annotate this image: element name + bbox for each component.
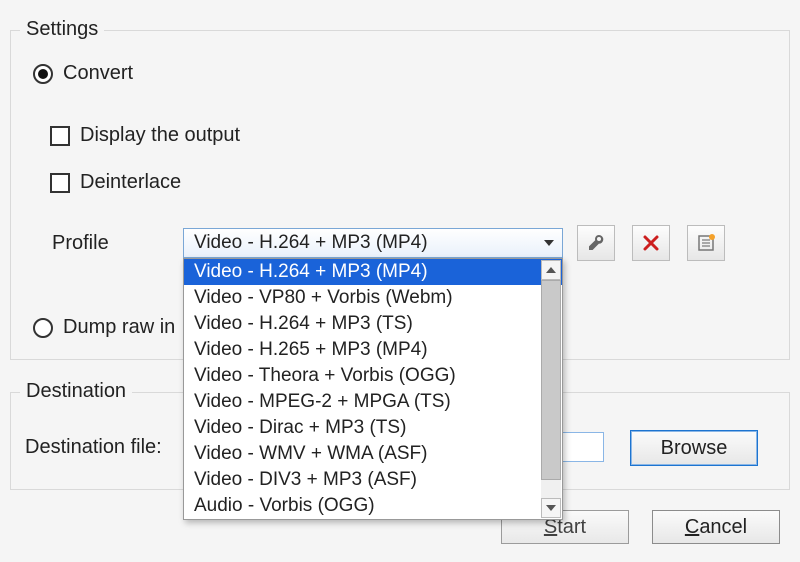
profile-option[interactable]: Video - VP80 + Vorbis (Webm) <box>184 285 562 311</box>
browse-button[interactable]: Browse <box>630 430 758 466</box>
profile-option[interactable]: Video - DIV3 + MP3 (ASF) <box>184 467 562 493</box>
destination-file-label: Destination file: <box>25 436 162 459</box>
radio-icon <box>33 64 53 84</box>
scroll-thumb[interactable] <box>541 280 561 480</box>
profile-option[interactable]: Video - MPEG-2 + MPGA (TS) <box>184 389 562 415</box>
chevron-down-icon <box>544 240 554 246</box>
profile-option[interactable]: Audio - Vorbis (OGG) <box>184 493 562 519</box>
profile-option[interactable]: Video - H.264 + MP3 (MP4) <box>184 259 562 285</box>
profile-option[interactable]: Video - Theora + Vorbis (OGG) <box>184 363 562 389</box>
deinterlace-checkbox[interactable]: Deinterlace <box>50 171 181 194</box>
chevron-down-icon <box>546 505 556 511</box>
convert-label: Convert <box>63 62 133 85</box>
delete-icon <box>642 234 660 252</box>
profile-option[interactable]: Video - WMV + WMA (ASF) <box>184 441 562 467</box>
cancel-label: Cancel <box>685 516 747 539</box>
radio-icon <box>33 318 53 338</box>
profile-combobox[interactable]: Video - H.264 + MP3 (MP4) <box>183 228 563 258</box>
display-output-checkbox[interactable]: Display the output <box>50 124 240 147</box>
profile-option[interactable]: Video - Dirac + MP3 (TS) <box>184 415 562 441</box>
settings-group-title: Settings <box>20 18 104 41</box>
dump-raw-label: Dump raw in <box>63 316 175 339</box>
profile-option[interactable]: Video - H.265 + MP3 (MP4) <box>184 337 562 363</box>
convert-radio[interactable]: Convert <box>33 62 133 85</box>
edit-profile-button[interactable] <box>577 225 615 261</box>
chevron-up-icon <box>546 267 556 273</box>
dropdown-scrollbar[interactable] <box>541 260 561 518</box>
browse-label: Browse <box>661 437 728 460</box>
dump-raw-radio[interactable]: Dump raw in <box>33 316 175 339</box>
profile-dropdown[interactable]: Video - H.264 + MP3 (MP4)Video - VP80 + … <box>183 258 563 520</box>
new-profile-icon <box>696 233 716 253</box>
profile-selected-text: Video - H.264 + MP3 (MP4) <box>194 232 428 254</box>
display-output-label: Display the output <box>80 124 240 147</box>
new-profile-button[interactable] <box>687 225 725 261</box>
destination-group-title: Destination <box>20 380 132 403</box>
profile-label: Profile <box>52 232 109 255</box>
checkbox-icon <box>50 126 70 146</box>
cancel-button[interactable]: Cancel <box>652 510 780 544</box>
scroll-up-button[interactable] <box>541 260 561 280</box>
deinterlace-label: Deinterlace <box>80 171 181 194</box>
scroll-down-button[interactable] <box>541 498 561 518</box>
delete-profile-button[interactable] <box>632 225 670 261</box>
wrench-icon <box>586 233 606 253</box>
checkbox-icon <box>50 173 70 193</box>
profile-option[interactable]: Video - H.264 + MP3 (TS) <box>184 311 562 337</box>
